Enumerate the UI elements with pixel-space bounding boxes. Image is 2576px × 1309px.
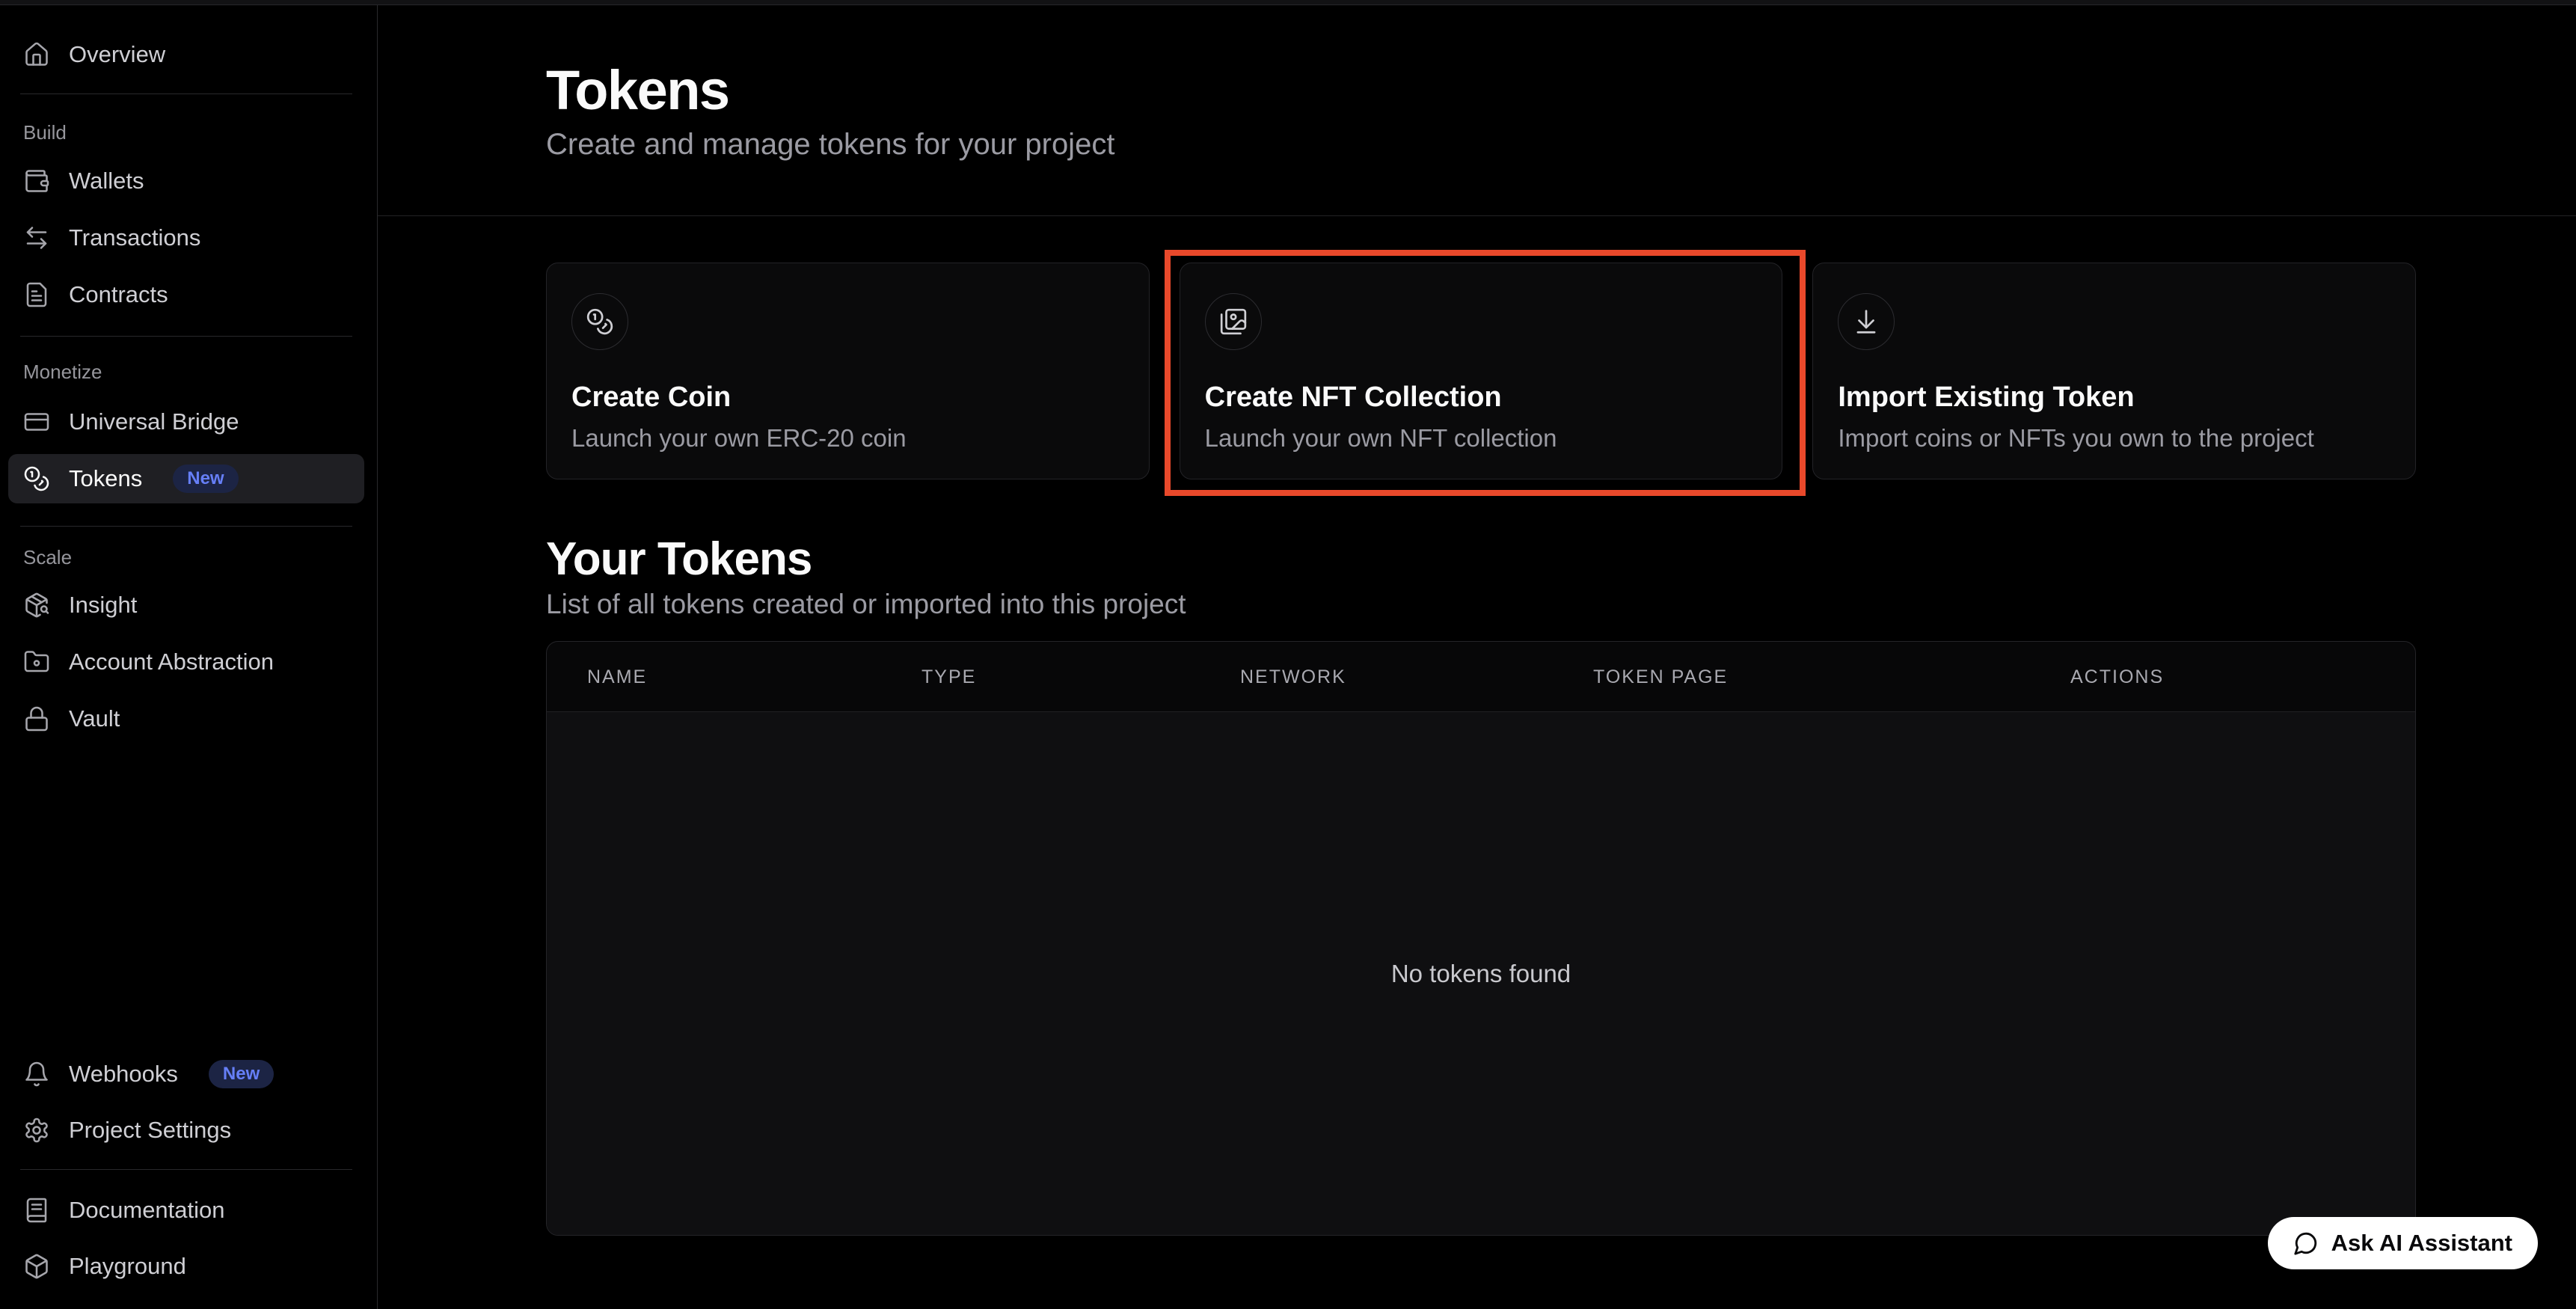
new-badge: New <box>173 465 238 493</box>
card-title: Import Existing Token <box>1838 380 2388 414</box>
window-top-strip <box>0 0 2576 5</box>
sidebar-item-account-abstraction[interactable]: Account Abstraction <box>8 637 364 687</box>
card-slot: Create NFT Collection Launch your own NF… <box>1180 263 1783 479</box>
sidebar-item-label: Tokens <box>69 465 142 492</box>
sidebar-item-label: Vault <box>69 705 120 732</box>
your-tokens-header: Your Tokens List of all tokens created o… <box>546 533 1186 621</box>
sidebar-item-label: Playground <box>69 1253 186 1280</box>
tokens-table-body: No tokens found <box>547 712 2415 1236</box>
card-subtitle: Import coins or NFTs you own to the proj… <box>1838 423 2388 453</box>
column-header-actions: ACTIONS <box>2070 642 2164 712</box>
sidebar-divider <box>20 1169 352 1170</box>
sidebar-item-label: Universal Bridge <box>69 408 239 435</box>
sidebar-divider <box>20 336 352 337</box>
card-subtitle: Launch your own NFT collection <box>1205 423 1755 453</box>
page-subtitle: Create and manage tokens for your projec… <box>546 127 1114 162</box>
sidebar-item-playground[interactable]: Playground <box>8 1242 364 1291</box>
your-tokens-subtitle: List of all tokens created or imported i… <box>546 588 1186 621</box>
sidebar-section-monetize: Monetize <box>23 359 364 384</box>
tokens-table-header: NAME TYPE NETWORK TOKEN PAGE ACTIONS <box>547 642 2415 712</box>
sidebar-item-contracts[interactable]: Contracts <box>8 270 364 319</box>
card-subtitle: Launch your own ERC-20 coin <box>571 423 1122 453</box>
sidebar-item-label: Contracts <box>69 281 168 308</box>
sidebar-item-label: Webhooks <box>69 1061 178 1088</box>
sidebar-item-documentation[interactable]: Documentation <box>8 1186 364 1235</box>
package-search-icon <box>23 592 50 619</box>
sidebar-section-build: Build <box>23 120 364 145</box>
sidebar-item-label: Project Settings <box>69 1117 231 1144</box>
column-header-network: NETWORK <box>1240 642 1346 712</box>
sidebar-item-universal-bridge[interactable]: Universal Bridge <box>8 397 364 447</box>
sidebar-spacer <box>8 744 364 1049</box>
sidebar-item-label: Transactions <box>69 224 200 251</box>
card-title: Create NFT Collection <box>1205 380 1755 414</box>
file-text-icon <box>23 281 50 308</box>
images-icon <box>1205 293 1262 350</box>
column-header-type: TYPE <box>921 642 976 712</box>
import-existing-token-card[interactable]: Import Existing Token Import coins or NF… <box>1812 263 2416 479</box>
sidebar-item-label: Account Abstraction <box>69 649 274 675</box>
your-tokens-title: Your Tokens <box>546 533 1186 586</box>
sidebar-item-label: Documentation <box>69 1197 225 1224</box>
sidebar-item-vault[interactable]: Vault <box>8 694 364 744</box>
sidebar-item-label: Overview <box>69 41 165 68</box>
bell-icon <box>23 1061 50 1088</box>
coins-icon <box>571 293 628 350</box>
arrows-left-right-icon <box>23 224 50 251</box>
download-icon <box>1838 293 1895 350</box>
sidebar-item-wallets[interactable]: Wallets <box>8 156 364 206</box>
sidebar-item-tokens[interactable]: Tokens New <box>8 454 364 503</box>
sidebar: Overview Build Wallets Transactions Cont… <box>0 0 378 1309</box>
coins-icon <box>23 465 50 492</box>
card-title: Create Coin <box>571 380 1122 414</box>
wallet-icon <box>23 168 50 194</box>
column-header-name: NAME <box>587 642 647 712</box>
sidebar-item-overview[interactable]: Overview <box>8 30 364 79</box>
card-slot: Import Existing Token Import coins or NF… <box>1812 263 2416 479</box>
sidebar-item-label: Wallets <box>69 168 144 194</box>
create-coin-card[interactable]: Create Coin Launch your own ERC-20 coin <box>546 263 1150 479</box>
book-icon <box>23 1197 50 1224</box>
chat-bubble-icon <box>2293 1230 2319 1256</box>
ask-ai-assistant-button[interactable]: Ask AI Assistant <box>2268 1217 2538 1269</box>
tokens-table: NAME TYPE NETWORK TOKEN PAGE ACTIONS No … <box>546 641 2416 1236</box>
sidebar-item-project-settings[interactable]: Project Settings <box>8 1106 364 1155</box>
gear-icon <box>23 1117 50 1144</box>
sidebar-item-label: Insight <box>69 592 137 619</box>
cube-icon <box>23 1253 50 1280</box>
create-nft-collection-card[interactable]: Create NFT Collection Launch your own NF… <box>1180 263 1783 479</box>
page-header: Tokens Create and manage tokens for your… <box>546 61 1114 162</box>
sidebar-section-scale: Scale <box>23 545 364 570</box>
folder-dot-icon <box>23 649 50 675</box>
credit-card-icon <box>23 408 50 435</box>
main-content: Tokens Create and manage tokens for your… <box>378 0 2576 1309</box>
ask-ai-assistant-label: Ask AI Assistant <box>2331 1230 2512 1257</box>
new-badge: New <box>209 1060 274 1088</box>
empty-state-text: No tokens found <box>1391 960 1571 988</box>
sidebar-item-webhooks[interactable]: Webhooks New <box>8 1049 364 1099</box>
sidebar-divider <box>20 526 352 527</box>
sidebar-item-insight[interactable]: Insight <box>8 580 364 630</box>
home-icon <box>23 41 50 68</box>
column-header-token-page: TOKEN PAGE <box>1593 642 1728 712</box>
page-title: Tokens <box>546 61 1114 120</box>
app-root: Overview Build Wallets Transactions Cont… <box>0 0 2576 1309</box>
card-slot: Create Coin Launch your own ERC-20 coin <box>546 263 1150 479</box>
lock-icon <box>23 705 50 732</box>
sidebar-item-transactions[interactable]: Transactions <box>8 213 364 263</box>
action-cards: Create Coin Launch your own ERC-20 coin … <box>546 263 2416 479</box>
header-divider <box>378 215 2576 216</box>
